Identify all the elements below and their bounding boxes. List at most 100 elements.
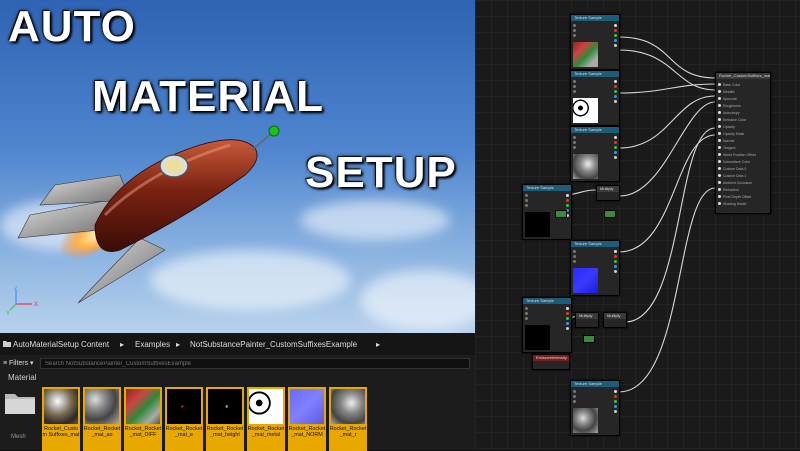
output-pin-icon[interactable]	[614, 255, 617, 258]
output-pin-icon[interactable]	[614, 410, 617, 413]
output-pin-icon[interactable]	[614, 100, 617, 103]
scalar-parameter-node[interactable]: EmissiveIntensity	[532, 354, 570, 370]
output-pin-icon[interactable]	[566, 317, 569, 320]
input-pin-icon[interactable]	[525, 312, 528, 315]
breadcrumb-item-examples[interactable]: Examples	[135, 340, 170, 349]
input-pin-icon[interactable]	[573, 80, 576, 83]
asset-tile[interactable]: Rocket_Rocket_mat_NORM	[288, 387, 326, 451]
asset-tile[interactable]: Rocket_Rocket_mat_DIFF	[124, 387, 162, 451]
result-pin[interactable]: Base Color	[716, 82, 768, 88]
asset-tile[interactable]: Rocket_Rocket_mat_ao	[83, 387, 121, 451]
result-pin[interactable]: Pixel Depth Offset	[716, 194, 768, 200]
input-pin-icon[interactable]	[525, 199, 528, 202]
input-pin-icon[interactable]	[573, 390, 576, 393]
result-pin[interactable]: Opacity	[716, 124, 768, 130]
output-pin-icon[interactable]	[614, 90, 617, 93]
result-pin[interactable]: Metallic	[716, 89, 768, 95]
material-result-node[interactable]: Rocket_CustomSuffixes_mat Base Color Meta…	[715, 72, 771, 214]
output-pin-icon[interactable]	[614, 400, 617, 403]
input-pin-icon[interactable]	[573, 34, 576, 37]
output-pin-icon[interactable]	[614, 270, 617, 273]
filters-button[interactable]: ≡ Filters ▾	[3, 359, 34, 367]
output-pin-icon[interactable]	[566, 204, 569, 207]
input-pin-icon[interactable]	[573, 90, 576, 93]
result-pin[interactable]: Opacity Mask	[716, 131, 768, 137]
result-pin[interactable]: Emissive Color	[716, 117, 768, 123]
texture-sample-node[interactable]: Texture Sample	[570, 14, 620, 70]
texture-sample-node[interactable]: Texture Sample	[570, 380, 620, 436]
constant-node[interactable]	[583, 335, 595, 343]
input-pin-icon[interactable]	[525, 307, 528, 310]
input-pin-icon[interactable]	[573, 250, 576, 253]
texture-sample-node[interactable]: Texture Sample	[522, 297, 572, 353]
input-pin-icon[interactable]	[573, 146, 576, 149]
output-pin-icon[interactable]	[614, 146, 617, 149]
multiply-node[interactable]: Multiply	[575, 312, 599, 328]
breadcrumb-item-current[interactable]: NotSubstancePainter_CustomSuffixesExampl…	[190, 340, 357, 349]
input-pin-icon[interactable]	[573, 141, 576, 144]
result-pin[interactable]: Ambient Occlusion	[716, 180, 768, 186]
input-pin-icon[interactable]	[573, 29, 576, 32]
result-pin[interactable]: World Position Offset	[716, 152, 768, 158]
texture-sample-node[interactable]: Texture Sample	[570, 126, 620, 182]
asset-tile[interactable]: Rocket_Rocket_mat_height	[206, 387, 244, 451]
output-pin-icon[interactable]	[614, 395, 617, 398]
input-pin-icon[interactable]	[573, 395, 576, 398]
multiply-node[interactable]: Multiply	[596, 185, 620, 201]
breadcrumb-item-root[interactable]: AutoMaterialSetup Content	[13, 340, 109, 349]
result-pin[interactable]: Custom Data 0	[716, 166, 768, 172]
result-pin[interactable]: Specular	[716, 96, 768, 102]
output-pin-icon[interactable]	[614, 44, 617, 47]
texture-sample-node[interactable]: Texture Sample	[570, 240, 620, 296]
output-pin-icon[interactable]	[566, 327, 569, 330]
asset-tile[interactable]: Rocket_Rocket_mat_e	[165, 387, 203, 451]
result-pin[interactable]: Subsurface Color	[716, 159, 768, 165]
output-pin-icon[interactable]	[614, 250, 617, 253]
constant-node[interactable]	[604, 210, 616, 218]
constant-node[interactable]	[555, 210, 567, 218]
output-pin-icon[interactable]	[614, 95, 617, 98]
result-pin[interactable]: Shading Model	[716, 201, 768, 207]
output-pin-icon[interactable]	[614, 156, 617, 159]
result-pin[interactable]: Anisotropy	[716, 110, 768, 116]
search-input[interactable]	[40, 358, 470, 369]
input-pin-icon[interactable]	[525, 204, 528, 207]
output-pin-icon[interactable]	[614, 24, 617, 27]
input-pin-icon[interactable]	[573, 400, 576, 403]
output-pin-icon[interactable]	[614, 151, 617, 154]
output-pin-icon[interactable]	[614, 141, 617, 144]
output-pin-icon[interactable]	[614, 405, 617, 408]
output-pin-icon[interactable]	[614, 136, 617, 139]
output-pin-icon[interactable]	[614, 85, 617, 88]
input-pin-icon[interactable]	[573, 136, 576, 139]
level-viewport[interactable]: AUTO MATERIAL SETUP X Z Y	[0, 0, 475, 333]
input-pin-icon[interactable]	[573, 85, 576, 88]
input-pin-icon[interactable]	[573, 255, 576, 258]
output-pin-icon[interactable]	[614, 34, 617, 37]
output-pin-icon[interactable]	[566, 322, 569, 325]
result-pin[interactable]: Roughness	[716, 103, 768, 109]
asset-tile[interactable]: Rocket_Rocket_mat_metal	[247, 387, 285, 451]
asset-tile[interactable]: Rocket_Custom Suffixes_mat	[42, 387, 80, 451]
texture-sample-node[interactable]: Texture Sample	[570, 70, 620, 126]
material-filter-tab[interactable]: Material	[8, 373, 36, 382]
input-pin-icon[interactable]	[573, 24, 576, 27]
result-pin[interactable]: Normal	[716, 138, 768, 144]
output-pin-icon[interactable]	[566, 312, 569, 315]
input-pin-icon[interactable]	[525, 194, 528, 197]
output-pin-icon[interactable]	[614, 265, 617, 268]
output-pin-icon[interactable]	[614, 260, 617, 263]
output-pin-icon[interactable]	[614, 39, 617, 42]
input-pin-icon[interactable]	[525, 317, 528, 320]
result-pin[interactable]: Custom Data 1	[716, 173, 768, 179]
output-pin-icon[interactable]	[614, 80, 617, 83]
output-pin-icon[interactable]	[614, 29, 617, 32]
asset-tile[interactable]: Rocket_Rocket_mat_r	[329, 387, 367, 451]
output-pin-icon[interactable]	[566, 307, 569, 310]
input-pin-icon[interactable]	[573, 260, 576, 263]
output-pin-icon[interactable]	[614, 390, 617, 393]
result-pin[interactable]: Refraction	[716, 187, 768, 193]
result-pin[interactable]: Tangent	[716, 145, 768, 151]
output-pin-icon[interactable]	[566, 194, 569, 197]
multiply-node[interactable]: Multiply	[603, 312, 627, 328]
